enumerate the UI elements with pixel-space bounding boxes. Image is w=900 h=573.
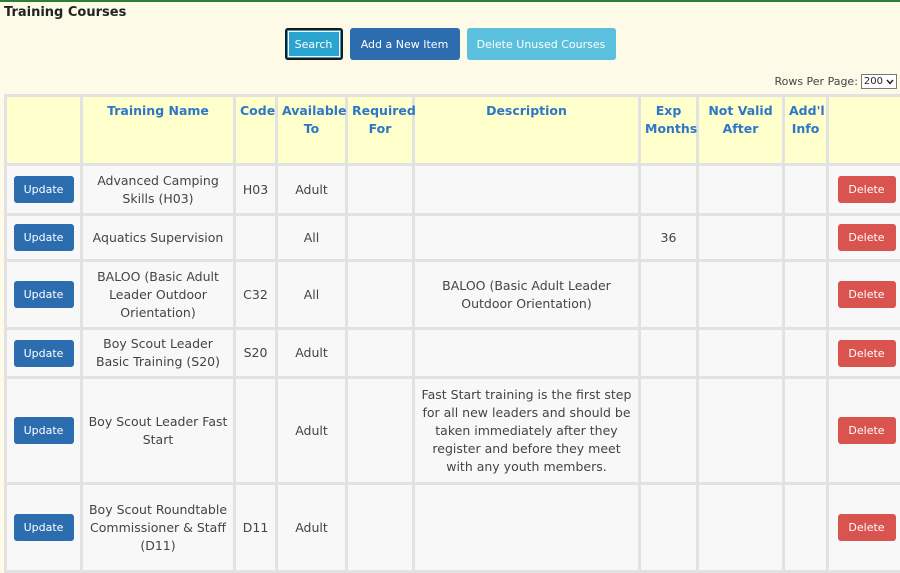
- cell-not-valid-after: [698, 378, 784, 484]
- cell-description: [414, 165, 640, 215]
- training-courses-table: Training Name Code Available To Required…: [4, 94, 900, 573]
- delete-button[interactable]: Delete: [838, 417, 896, 444]
- cell-code: S20: [235, 329, 277, 378]
- cell-required-for: [347, 261, 414, 329]
- cell-description: BALOO (Basic Adult Leader Outdoor Orient…: [414, 261, 640, 329]
- header-required-for[interactable]: Required For: [347, 96, 414, 165]
- update-button[interactable]: Update: [14, 514, 74, 541]
- header-exp-months[interactable]: Exp Months: [640, 96, 698, 165]
- table-header-row: Training Name Code Available To Required…: [6, 96, 900, 165]
- cell-required-for: [347, 165, 414, 215]
- cell-exp-months: [640, 484, 698, 572]
- add-new-item-button[interactable]: Add a New Item: [350, 28, 460, 60]
- cell-required-for: [347, 484, 414, 572]
- cell-exp-months: [640, 261, 698, 329]
- cell-addl-info: [784, 329, 828, 378]
- update-button[interactable]: Update: [14, 417, 74, 444]
- rows-per-page-value: 200: [864, 75, 883, 88]
- delete-button[interactable]: Delete: [838, 514, 896, 541]
- search-button[interactable]: Search: [285, 28, 343, 60]
- cell-available-to: Adult: [277, 165, 347, 215]
- table-row: Update Boy Scout Leader Basic Training (…: [6, 329, 900, 378]
- cell-training-name: BALOO (Basic Adult Leader Outdoor Orient…: [82, 261, 235, 329]
- cell-training-name: Boy Scout Leader Basic Training (S20): [82, 329, 235, 378]
- header-training-name[interactable]: Training Name: [82, 96, 235, 165]
- rows-per-page: Rows Per Page: 200: [774, 74, 897, 89]
- update-button[interactable]: Update: [14, 176, 74, 203]
- toolbar: Search Add a New Item Delete Unused Cour…: [0, 28, 900, 60]
- header-addl-info[interactable]: Add'l Info: [784, 96, 828, 165]
- cell-addl-info: [784, 215, 828, 261]
- cell-training-name: Boy Scout Leader Fast Start: [82, 378, 235, 484]
- cell-description: [414, 484, 640, 572]
- header-description[interactable]: Description: [414, 96, 640, 165]
- cell-addl-info: [784, 484, 828, 572]
- cell-not-valid-after: [698, 215, 784, 261]
- rows-per-page-select[interactable]: 200: [861, 74, 897, 89]
- cell-code: D11: [235, 484, 277, 572]
- cell-required-for: [347, 329, 414, 378]
- cell-addl-info: [784, 165, 828, 215]
- cell-available-to: All: [277, 261, 347, 329]
- table-row: Update BALOO (Basic Adult Leader Outdoor…: [6, 261, 900, 329]
- update-button[interactable]: Update: [14, 340, 74, 367]
- delete-button[interactable]: Delete: [838, 176, 896, 203]
- cell-description: Fast Start training is the first step fo…: [414, 378, 640, 484]
- cell-exp-months: 36: [640, 215, 698, 261]
- cell-required-for: [347, 215, 414, 261]
- cell-available-to: Adult: [277, 378, 347, 484]
- page-title: Training Courses: [4, 5, 126, 20]
- cell-exp-months: [640, 165, 698, 215]
- cell-code: C32: [235, 261, 277, 329]
- cell-available-to: All: [277, 215, 347, 261]
- cell-code: [235, 378, 277, 484]
- cell-description: [414, 215, 640, 261]
- cell-exp-months: [640, 378, 698, 484]
- cell-addl-info: [784, 378, 828, 484]
- header-delete: [828, 96, 900, 165]
- cell-code: H03: [235, 165, 277, 215]
- cell-not-valid-after: [698, 261, 784, 329]
- cell-training-name: Aquatics Supervision: [82, 215, 235, 261]
- cell-not-valid-after: [698, 165, 784, 215]
- header-available-to[interactable]: Available To: [277, 96, 347, 165]
- rows-per-page-label: Rows Per Page:: [774, 75, 857, 88]
- header-update: [6, 96, 82, 165]
- cell-training-name: Boy Scout Roundtable Commissioner & Staf…: [82, 484, 235, 572]
- table-row: Update Aquatics Supervision All 36 Delet…: [6, 215, 900, 261]
- header-not-valid-after[interactable]: Not Valid After: [698, 96, 784, 165]
- cell-not-valid-after: [698, 329, 784, 378]
- cell-exp-months: [640, 329, 698, 378]
- table-row: Update Boy Scout Leader Fast Start Adult…: [6, 378, 900, 484]
- header-code[interactable]: Code: [235, 96, 277, 165]
- delete-button[interactable]: Delete: [838, 340, 896, 367]
- update-button[interactable]: Update: [14, 224, 74, 251]
- chevron-down-icon: [886, 79, 894, 85]
- cell-training-name: Advanced Camping Skills (H03): [82, 165, 235, 215]
- cell-not-valid-after: [698, 484, 784, 572]
- delete-button[interactable]: Delete: [838, 281, 896, 308]
- cell-code: [235, 215, 277, 261]
- cell-addl-info: [784, 261, 828, 329]
- update-button[interactable]: Update: [14, 281, 74, 308]
- cell-available-to: Adult: [277, 329, 347, 378]
- table-row: Update Advanced Camping Skills (H03) H03…: [6, 165, 900, 215]
- delete-button[interactable]: Delete: [838, 224, 896, 251]
- delete-unused-courses-button[interactable]: Delete Unused Courses: [467, 28, 616, 60]
- table-row: Update Boy Scout Roundtable Commissioner…: [6, 484, 900, 572]
- cell-description: [414, 329, 640, 378]
- cell-required-for: [347, 378, 414, 484]
- cell-available-to: Adult: [277, 484, 347, 572]
